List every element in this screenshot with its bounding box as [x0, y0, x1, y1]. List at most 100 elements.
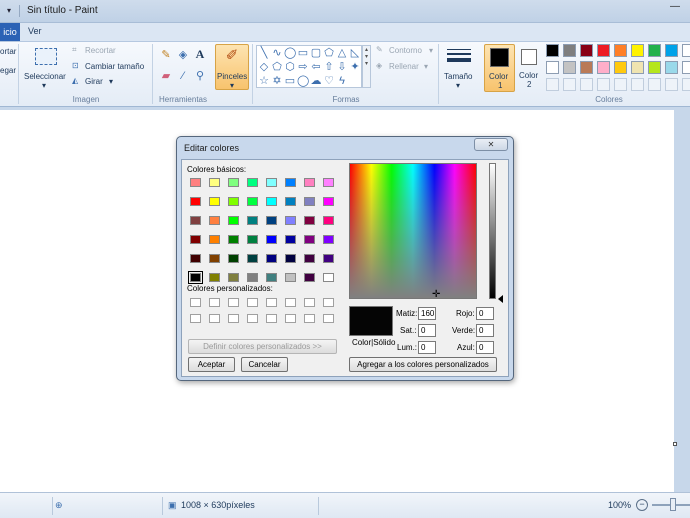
- diamond-shape-icon[interactable]: ◇: [258, 61, 270, 73]
- basic-color-swatch[interactable]: [266, 197, 277, 206]
- palette-swatch-empty[interactable]: [597, 78, 610, 91]
- fill-bucket-icon[interactable]: ◈: [176, 48, 190, 62]
- heart-shape-icon[interactable]: ♡: [323, 75, 335, 87]
- basic-color-swatch[interactable]: [323, 197, 334, 206]
- palette-swatch-empty[interactable]: [682, 44, 690, 57]
- palette-swatch-empty[interactable]: [665, 78, 678, 91]
- quick-access-chevron-down-icon[interactable]: ▾: [0, 4, 18, 18]
- custom-color-swatch[interactable]: [228, 298, 239, 307]
- basic-color-swatch[interactable]: [228, 197, 239, 206]
- basic-color-swatch[interactable]: [285, 178, 296, 187]
- basic-color-swatch[interactable]: [323, 254, 334, 263]
- palette-swatch[interactable]: [648, 44, 661, 57]
- text-tool-icon[interactable]: A: [193, 47, 207, 61]
- palette-swatch-empty[interactable]: [563, 78, 576, 91]
- paste-partial-label[interactable]: egar: [0, 66, 16, 75]
- color2-button[interactable]: Color 2: [517, 44, 544, 92]
- color-picker-icon[interactable]: ⁄: [176, 69, 190, 83]
- right-arrow-shape-icon[interactable]: ⇨: [297, 61, 309, 73]
- define-custom-colors-button[interactable]: Definir colores personalizados >>: [188, 339, 337, 354]
- palette-swatch[interactable]: [614, 44, 627, 57]
- lum-field[interactable]: 0: [418, 341, 436, 354]
- basic-color-swatch[interactable]: [228, 178, 239, 187]
- zoom-out-button[interactable]: −: [636, 499, 648, 511]
- basic-color-swatch[interactable]: [304, 178, 315, 187]
- basic-color-swatch[interactable]: [209, 197, 220, 206]
- basic-color-swatch[interactable]: [285, 197, 296, 206]
- brushes-button[interactable]: ✐ Pinceles ▾: [215, 44, 249, 90]
- custom-color-swatch[interactable]: [266, 314, 277, 323]
- oval-shape-icon[interactable]: ◯: [284, 47, 296, 59]
- basic-color-swatch[interactable]: [323, 235, 334, 244]
- curve-shape-icon[interactable]: ∿: [271, 47, 283, 59]
- basic-color-swatch[interactable]: [190, 178, 201, 187]
- select-button[interactable]: Seleccionar ▾: [22, 45, 68, 91]
- basic-color-swatch[interactable]: [304, 254, 315, 263]
- dialog-close-button[interactable]: ✕: [474, 138, 508, 151]
- basic-color-swatch[interactable]: [190, 216, 201, 225]
- pentagon-shape-icon[interactable]: ⬠: [271, 61, 283, 73]
- color-spectrum[interactable]: [349, 163, 477, 299]
- basic-color-swatch[interactable]: [304, 235, 315, 244]
- basic-color-swatch[interactable]: [285, 273, 296, 282]
- palette-swatch[interactable]: [631, 61, 644, 74]
- custom-color-swatch[interactable]: [323, 298, 334, 307]
- pencil-icon[interactable]: ✎: [159, 48, 173, 62]
- minimize-button[interactable]: —: [660, 0, 690, 17]
- custom-color-swatch[interactable]: [304, 314, 315, 323]
- custom-color-swatch[interactable]: [190, 298, 201, 307]
- basic-color-swatch[interactable]: [266, 273, 277, 282]
- basic-color-swatch[interactable]: [266, 216, 277, 225]
- sat-field[interactable]: 0: [418, 324, 436, 337]
- eraser-icon[interactable]: ▰: [159, 69, 173, 83]
- palette-swatch[interactable]: [665, 61, 678, 74]
- basic-color-swatch[interactable]: [323, 216, 334, 225]
- palette-swatch[interactable]: [665, 44, 678, 57]
- basic-color-swatch[interactable]: [190, 197, 201, 206]
- basic-color-swatch[interactable]: [228, 273, 239, 282]
- palette-swatch-empty[interactable]: [631, 78, 644, 91]
- cut-partial-label[interactable]: ortar: [0, 47, 16, 56]
- basic-color-swatch[interactable]: [247, 273, 258, 282]
- basic-color-swatch[interactable]: [209, 235, 220, 244]
- palette-swatch[interactable]: [580, 44, 593, 57]
- six-point-star-shape-icon[interactable]: ✡: [271, 75, 283, 87]
- palette-swatch[interactable]: [563, 44, 576, 57]
- hue-field[interactable]: 160: [418, 307, 436, 320]
- magnifier-icon[interactable]: ⚲: [193, 69, 207, 83]
- luminance-arrow-icon[interactable]: [498, 295, 503, 303]
- ok-button[interactable]: Aceptar: [188, 357, 235, 372]
- cancel-button[interactable]: Cancelar: [241, 357, 288, 372]
- rotate-button[interactable]: ◭ Girar ▾: [72, 76, 132, 88]
- blue-field[interactable]: 0: [476, 341, 494, 354]
- fill-button[interactable]: ◈ Rellenar ▾: [376, 61, 434, 74]
- green-field[interactable]: 0: [476, 324, 494, 337]
- luminance-bar[interactable]: [489, 163, 496, 299]
- custom-color-swatch[interactable]: [247, 298, 258, 307]
- basic-color-swatch[interactable]: [209, 273, 220, 282]
- palette-swatch-empty[interactable]: [580, 78, 593, 91]
- four-point-star-shape-icon[interactable]: ✦: [349, 61, 361, 73]
- color1-button[interactable]: Color 1: [484, 44, 515, 92]
- palette-swatch[interactable]: [563, 61, 576, 74]
- triangle-shape-icon[interactable]: △: [336, 47, 348, 59]
- basic-color-swatch[interactable]: [247, 235, 258, 244]
- palette-swatch[interactable]: [631, 44, 644, 57]
- palette-swatch[interactable]: [614, 61, 627, 74]
- basic-color-swatch[interactable]: [304, 197, 315, 206]
- palette-swatch-empty[interactable]: [682, 78, 690, 91]
- tab-inicio[interactable]: icio: [0, 23, 20, 41]
- basic-color-swatch[interactable]: [247, 254, 258, 263]
- zoom-slider-thumb[interactable]: [670, 498, 676, 511]
- resize-button[interactable]: ⊡ Cambiar tamaño: [72, 61, 152, 73]
- palette-swatch-empty[interactable]: [682, 61, 690, 74]
- basic-color-swatch[interactable]: [323, 273, 334, 282]
- basic-color-swatch[interactable]: [228, 235, 239, 244]
- basic-color-swatch[interactable]: [323, 178, 334, 187]
- custom-color-swatch[interactable]: [285, 314, 296, 323]
- custom-color-swatch[interactable]: [247, 314, 258, 323]
- palette-swatch[interactable]: [648, 61, 661, 74]
- basic-color-swatch[interactable]: [190, 235, 201, 244]
- red-field[interactable]: 0: [476, 307, 494, 320]
- basic-color-swatch[interactable]: [209, 178, 220, 187]
